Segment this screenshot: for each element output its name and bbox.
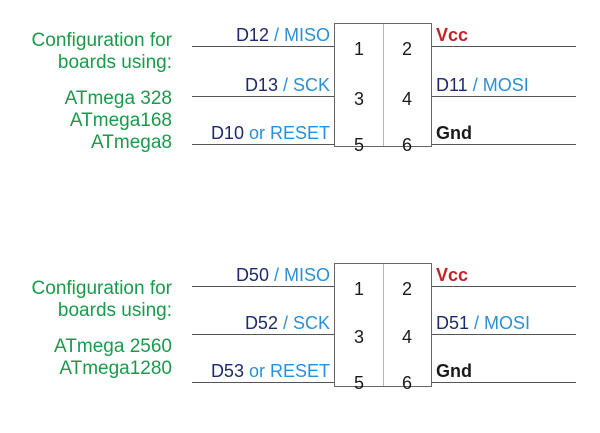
pin-number: 6 (401, 135, 412, 155)
pin-5-label: D53 or RESET (211, 361, 330, 381)
wire-right-4 (430, 334, 576, 335)
model-name: ATmega8 (91, 132, 172, 153)
model-name: ATmega1280 (59, 358, 172, 379)
config-title: Configuration for (31, 30, 172, 51)
wire-right-6 (430, 382, 576, 383)
pin-alt-function: RESET (269, 361, 330, 381)
pin-name: D53 (210, 361, 244, 381)
pin-1-label: D50 / MISO (236, 265, 330, 285)
board-config-label: Configuration for boards using: ATmega 3… (0, 30, 172, 154)
icsp-block-1: Configuration for boards using: ATmega 3… (0, 0, 600, 170)
pin-number: 6 (401, 373, 412, 393)
pin-alt-function: SCK (292, 75, 330, 95)
pin-name: D51 (436, 313, 470, 333)
pin-sep: / (467, 75, 483, 95)
pin-sep: / (268, 265, 284, 285)
pin-sep: / (277, 313, 293, 333)
pin-3-label: D13 / SCK (245, 75, 330, 95)
pin-sep: / (469, 313, 485, 333)
wire-left-3 (192, 334, 334, 335)
pin-name: D11 (436, 75, 468, 95)
pin-4-label: D11 / MOSI (436, 75, 529, 95)
pin-alt-function: MOSI (482, 75, 529, 95)
pin-name: D52 (244, 313, 278, 333)
pin-5-label: D10 or RESET (211, 123, 330, 143)
config-subtitle: boards using: (57, 300, 172, 321)
pin-name: D13 (244, 75, 278, 95)
pin-number: 3 (353, 89, 364, 109)
pin-6-label: Gnd (436, 361, 472, 381)
wire-left-1 (192, 46, 334, 47)
gnd-label: Gnd (436, 361, 472, 381)
pin-alt-function: MISO (283, 265, 330, 285)
pin-sep: or (243, 361, 270, 381)
board-config-label: Configuration for boards using: ATmega 2… (0, 278, 172, 380)
pin-number: 5 (353, 373, 364, 393)
pin-2-label: Vcc (436, 25, 468, 45)
pin-alt-function: RESET (269, 123, 330, 143)
pin-alt-function: SCK (292, 313, 330, 333)
pin-3-label: D52 / SCK (245, 313, 330, 333)
pin-alt-function: MISO (283, 25, 330, 45)
pin-number: 4 (401, 327, 412, 347)
pin-number: 3 (353, 327, 364, 347)
wire-right-6 (430, 144, 576, 145)
vcc-label: Vcc (436, 265, 469, 285)
pin-name: D12 (235, 25, 269, 45)
pin-alt-function: MOSI (484, 313, 531, 333)
wire-left-1 (192, 286, 334, 287)
icsp-header: 1 2 3 4 5 6 (334, 263, 432, 393)
wire-left-3 (192, 96, 334, 97)
model-name: ATmega 328 (64, 88, 172, 109)
pin-1-label: D12 / MISO (236, 25, 330, 45)
pin-6-label: Gnd (436, 123, 472, 143)
pin-name: D10 (210, 123, 244, 143)
config-title: Configuration for (31, 278, 172, 299)
pin-number: 1 (353, 39, 364, 59)
icsp-header: 1 2 3 4 5 6 (334, 23, 432, 155)
wire-left-5 (192, 382, 334, 383)
wire-right-4 (430, 96, 576, 97)
pin-number: 2 (401, 39, 412, 59)
vcc-label: Vcc (436, 25, 469, 45)
pin-number: 5 (353, 135, 364, 155)
pin-name: D50 (235, 265, 269, 285)
pin-number: 2 (401, 279, 412, 299)
pin-sep: / (268, 25, 284, 45)
icsp-block-2: Configuration for boards using: ATmega 2… (0, 240, 600, 410)
pin-2-label: Vcc (436, 265, 468, 285)
pin-sep: or (243, 123, 270, 143)
model-name: ATmega 2560 (54, 336, 172, 357)
pin-number: 1 (353, 279, 364, 299)
pin-sep: / (277, 75, 293, 95)
icsp-pinout-diagram: Configuration for boards using: ATmega 3… (0, 0, 600, 433)
wire-left-5 (192, 144, 334, 145)
config-subtitle: boards using: (57, 52, 172, 73)
gnd-label: Gnd (436, 123, 472, 143)
wire-right-2 (430, 286, 576, 287)
pin-4-label: D51 / MOSI (436, 313, 530, 333)
pin-number: 4 (401, 89, 412, 109)
wire-right-2 (430, 46, 576, 47)
model-name: ATmega168 (69, 110, 172, 131)
